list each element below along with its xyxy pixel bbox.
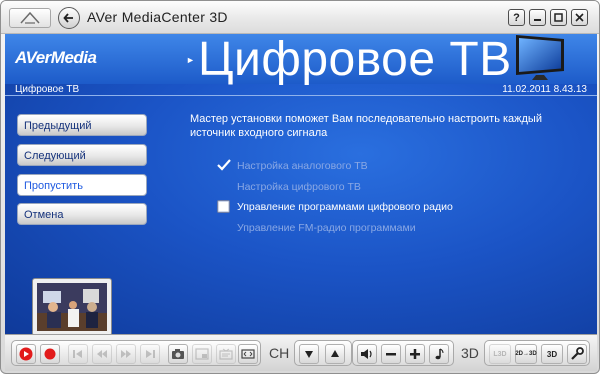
settings-button[interactable] bbox=[567, 344, 587, 364]
playback-toolbar: CH 3D L3D 2D→3D 3D bbox=[5, 334, 597, 371]
2d-to-3d-button[interactable]: 2D→3D bbox=[515, 344, 537, 364]
teletext-icon bbox=[219, 348, 233, 360]
maximize-button[interactable] bbox=[550, 9, 567, 26]
next-button[interactable]: Следующий bbox=[17, 144, 147, 166]
volume-up-button[interactable] bbox=[405, 344, 425, 364]
channel-down-button[interactable] bbox=[299, 344, 319, 364]
speaker-icon bbox=[361, 349, 372, 359]
channel-up-button[interactable] bbox=[325, 344, 345, 364]
channel-label: CH bbox=[269, 345, 290, 361]
option-digital-tv: Настройка цифрового ТВ bbox=[237, 181, 361, 193]
plus-icon bbox=[410, 349, 420, 359]
3d-label: 3D bbox=[461, 345, 479, 361]
header-separator-icon: ► bbox=[186, 55, 195, 65]
checkmark-icon bbox=[217, 159, 231, 171]
skip-button[interactable]: Пропустить bbox=[17, 174, 147, 196]
option-analog-tv: Настройка аналогового ТВ bbox=[237, 160, 368, 172]
music-note-icon bbox=[435, 348, 444, 360]
l3d-button[interactable]: L3D bbox=[489, 344, 511, 364]
skip-end-button[interactable] bbox=[140, 344, 160, 364]
back-button[interactable] bbox=[58, 7, 80, 29]
title-bar: AVer MediaCenter 3D ? bbox=[1, 1, 599, 34]
aspect-ratio-icon bbox=[241, 349, 255, 359]
main-panel: AVerMedia ► Цифровое ТВ Цифровое ТВ 11.0… bbox=[5, 34, 597, 334]
option-fm-radio: Управление FM-радио программами bbox=[237, 222, 416, 234]
teletext-button[interactable] bbox=[216, 344, 236, 364]
app-logo-button[interactable] bbox=[9, 8, 51, 28]
record-button[interactable] bbox=[40, 344, 60, 364]
skip-back-icon bbox=[73, 350, 82, 358]
wizard-intro-text: Мастер установки поможет Вам последовате… bbox=[190, 113, 542, 139]
triangle-down-icon bbox=[305, 351, 313, 358]
playback-group bbox=[11, 340, 261, 366]
skip-start-button[interactable] bbox=[68, 344, 88, 364]
aver-logo-icon bbox=[20, 11, 40, 24]
aspect-ratio-button[interactable] bbox=[238, 344, 258, 364]
picture-in-picture-icon bbox=[195, 348, 209, 360]
preview-image-icon bbox=[37, 283, 107, 331]
minimize-icon bbox=[534, 19, 541, 21]
arrow-left-icon bbox=[63, 13, 73, 23]
3d-group: L3D 2D→3D 3D bbox=[484, 340, 590, 366]
volume-down-button[interactable] bbox=[381, 344, 401, 364]
pip-button[interactable] bbox=[192, 344, 212, 364]
window-title: AVer MediaCenter 3D bbox=[87, 9, 228, 25]
cancel-button[interactable]: Отмена bbox=[17, 203, 147, 225]
wrench-icon bbox=[571, 347, 584, 360]
previous-button[interactable]: Предыдущий bbox=[17, 114, 147, 136]
l3d-badge-icon: L3D bbox=[493, 350, 507, 358]
tv-icon bbox=[516, 35, 564, 80]
play-icon bbox=[19, 347, 33, 361]
audio-button[interactable] bbox=[429, 344, 449, 364]
close-button[interactable] bbox=[571, 9, 588, 26]
3d-badge-icon: 3D bbox=[546, 349, 558, 359]
app-window: AVer MediaCenter 3D ? AVerMedia ► Цифров… bbox=[0, 0, 600, 374]
fast-forward-icon bbox=[121, 350, 131, 358]
minus-icon bbox=[386, 353, 396, 356]
page-title: Цифровое ТВ bbox=[198, 34, 512, 86]
help-button[interactable]: ? bbox=[508, 9, 525, 26]
help-icon: ? bbox=[513, 11, 520, 24]
mute-button[interactable] bbox=[357, 344, 377, 364]
2d3d-badge-icon: 2D→3D bbox=[515, 351, 537, 357]
3d-mode-button[interactable]: 3D bbox=[541, 344, 563, 364]
close-icon bbox=[575, 13, 584, 22]
snapshot-button[interactable] bbox=[168, 344, 188, 364]
video-preview-thumbnail[interactable] bbox=[32, 278, 112, 334]
triangle-up-icon bbox=[331, 350, 339, 357]
option-digital-radio[interactable]: Управление программами цифрового радио bbox=[237, 201, 453, 213]
fast-forward-button[interactable] bbox=[116, 344, 136, 364]
play-button[interactable] bbox=[16, 344, 36, 364]
rewind-icon bbox=[97, 350, 107, 358]
datetime-label: 11.02.2011 8.43.13 bbox=[502, 84, 587, 95]
rewind-button[interactable] bbox=[92, 344, 112, 364]
record-icon bbox=[44, 348, 56, 360]
brand-logo: AVerMedia bbox=[15, 48, 97, 67]
digital-radio-checkbox[interactable] bbox=[217, 200, 230, 213]
camera-icon bbox=[172, 349, 184, 359]
volume-group bbox=[352, 340, 454, 366]
minimize-button[interactable] bbox=[529, 9, 546, 26]
channel-group bbox=[294, 340, 352, 366]
section-label: Цифровое ТВ bbox=[15, 84, 80, 95]
maximize-icon bbox=[554, 13, 563, 22]
skip-forward-icon bbox=[146, 350, 155, 358]
